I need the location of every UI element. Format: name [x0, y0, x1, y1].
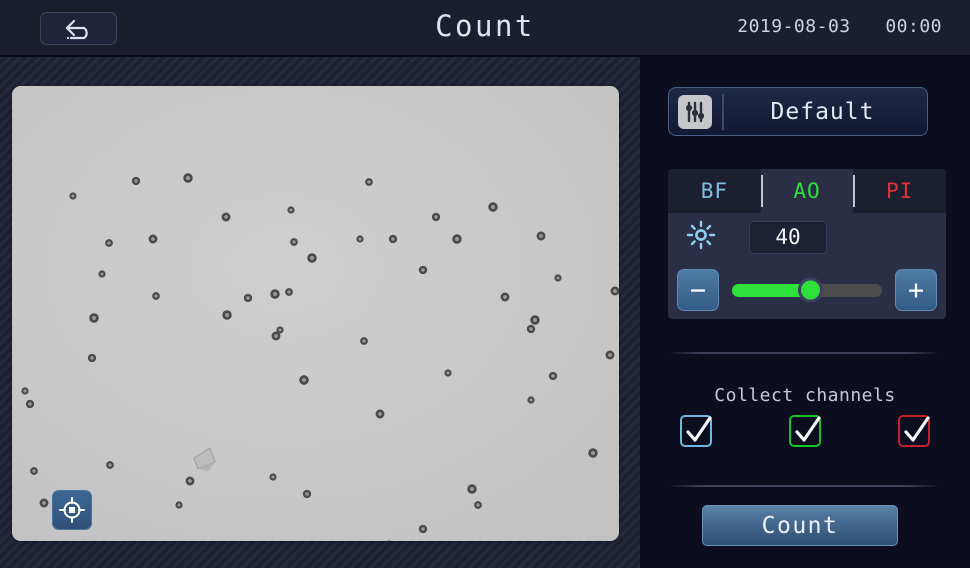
checkbox-pi-channel[interactable]: [898, 415, 932, 449]
brightness-row: 40: [668, 213, 946, 261]
collect-channels-label: Collect channels: [714, 385, 896, 406]
preset-label: Default: [770, 98, 875, 125]
header-datetime: 2019-08-03 00:00: [737, 16, 942, 37]
tab-bf[interactable]: BF: [668, 169, 761, 213]
brightness-slider-thumb[interactable]: [798, 277, 823, 303]
control-sidebar: Default BF AO PI 40 − + Collect channels…: [640, 57, 970, 568]
divider-top: [668, 352, 940, 354]
brightness-value-field[interactable]: 40: [749, 220, 827, 254]
channel-control-card: BF AO PI 40 − +: [668, 169, 946, 319]
brightness-increase-button[interactable]: +: [895, 269, 937, 311]
header-time: 00:00: [885, 16, 942, 37]
checkmark-icon: [795, 416, 821, 442]
focus-button[interactable]: [52, 490, 92, 530]
checkbox-ao-channel[interactable]: [789, 415, 823, 449]
focus-target-icon: [59, 497, 85, 523]
checkmark-icon: [904, 416, 930, 442]
app-header: Count 2019-08-03 00:00: [0, 0, 970, 57]
header-date: 2019-08-03: [737, 16, 851, 37]
brightness-slider-row: − +: [668, 261, 946, 319]
checkbox-bf-channel[interactable]: [680, 415, 714, 449]
brightness-sun-icon: [686, 220, 716, 254]
sliders-icon: [678, 94, 712, 129]
tab-pi[interactable]: PI: [853, 169, 946, 213]
divider-bottom: [668, 485, 940, 487]
collect-channel-checkboxes: [680, 415, 932, 449]
brightness-slider-track[interactable]: [732, 277, 882, 303]
count-application-window: Count 2019-08-03 00:00 Default BF AO PI …: [0, 0, 970, 568]
cell-dots-overlay: [12, 86, 619, 541]
tab-ao[interactable]: AO: [760, 169, 854, 213]
image-workspace: [0, 57, 640, 568]
checkmark-icon: [686, 416, 712, 442]
channel-tab-bar: BF AO PI: [668, 169, 946, 213]
cell-image-preview[interactable]: [12, 86, 619, 541]
brightness-decrease-button[interactable]: −: [677, 269, 719, 311]
preset-selector-button[interactable]: Default: [668, 87, 928, 136]
count-button[interactable]: Count: [702, 505, 898, 546]
